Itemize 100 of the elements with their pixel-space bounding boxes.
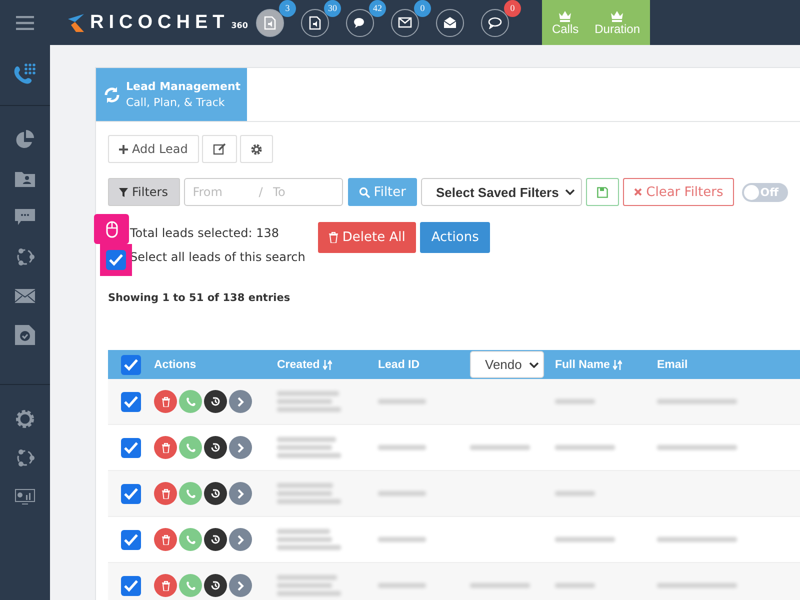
caret-icon	[565, 189, 576, 195]
blurred-text	[277, 537, 332, 542]
column-header: Lead ID	[378, 358, 421, 370]
phone-icon	[186, 534, 196, 544]
blurred-text	[378, 399, 426, 404]
clear-filters-button[interactable]: Clear Filters	[623, 178, 734, 206]
open-button[interactable]	[229, 482, 252, 505]
delete-button[interactable]	[154, 390, 177, 413]
blurred-text	[470, 583, 530, 588]
column-header[interactable]: Full Name	[555, 358, 610, 370]
row-checkbox[interactable]	[121, 438, 141, 458]
select-all-label: Select all leads of this search	[130, 250, 306, 264]
blurred-text	[277, 529, 330, 534]
pie-chart-icon	[15, 130, 35, 150]
notification-button[interactable]	[436, 8, 464, 36]
chevron-icon	[237, 396, 244, 406]
vendor-select[interactable]: Vendo	[470, 351, 544, 378]
blurred-text	[277, 491, 332, 496]
count-badge: 42	[369, 0, 386, 16]
toggle-switch[interactable]: Off	[742, 182, 788, 202]
entries-summary: Showing 1 to 51 of 138 entries	[108, 292, 292, 304]
history-button[interactable]	[204, 436, 227, 459]
chevron-icon	[237, 488, 244, 498]
history-icon	[210, 442, 221, 453]
share-icon	[15, 246, 35, 266]
settings-icon	[15, 408, 35, 428]
trash-icon	[162, 488, 170, 498]
count-badge: 3	[279, 0, 296, 16]
row-checkbox[interactable]	[121, 392, 141, 412]
row-checkbox[interactable]	[121, 530, 141, 550]
blurred-text	[277, 445, 332, 450]
open-button[interactable]	[229, 390, 252, 413]
delete-button[interactable]	[154, 482, 177, 505]
history-icon	[210, 396, 221, 407]
history-button[interactable]	[204, 574, 227, 597]
save-icon	[597, 186, 608, 198]
count-badge: 30	[324, 0, 341, 16]
trash-icon	[329, 232, 338, 243]
blurred-text	[277, 499, 341, 504]
chevron-icon	[237, 442, 244, 452]
refresh-icon	[103, 86, 121, 104]
filter-button[interactable]: Filter	[348, 178, 417, 206]
delete-all-button[interactable]: Delete All	[318, 222, 416, 253]
history-icon	[210, 534, 221, 545]
select-all-checkbox[interactable]	[106, 250, 126, 270]
saved-filters-select[interactable]: Select Saved Filters	[421, 178, 582, 206]
blurred-text	[555, 491, 595, 496]
blurred-text	[378, 445, 426, 450]
total-selected-text: Total leads selected: 138	[130, 226, 280, 240]
trash-icon	[162, 442, 170, 452]
stat-label[interactable]: Duration	[594, 22, 640, 36]
menu-icon[interactable]	[16, 16, 34, 30]
caret-icon	[529, 362, 539, 368]
count-badge: 0	[414, 0, 431, 16]
edit-button[interactable]	[202, 135, 237, 163]
blurred-text	[277, 407, 341, 412]
chevron-icon	[237, 580, 244, 590]
save-filter-button[interactable]	[586, 178, 620, 206]
open-button[interactable]	[229, 528, 252, 551]
delete-button[interactable]	[154, 436, 177, 459]
trash-icon	[162, 580, 170, 590]
settings-icon	[250, 144, 262, 154]
filters-button[interactable]: Filters	[108, 178, 180, 206]
range-separator: /	[258, 185, 263, 199]
column-header: Actions	[154, 358, 198, 370]
mail-icon	[15, 288, 35, 302]
blurred-text	[277, 453, 341, 458]
blurred-text	[277, 391, 339, 396]
task-check-icon	[15, 324, 35, 344]
history-button[interactable]	[204, 528, 227, 551]
actions-button[interactable]: Actions	[420, 222, 490, 253]
close-icon	[634, 188, 642, 196]
column-header[interactable]: Created	[277, 358, 320, 370]
history-button[interactable]	[204, 390, 227, 413]
row-checkbox[interactable]	[121, 484, 141, 504]
crown-icon	[558, 10, 572, 22]
header-title: Lead Management	[126, 78, 241, 94]
count-badge: 0	[504, 0, 521, 16]
open-button[interactable]	[229, 436, 252, 459]
monitor-chart-icon	[15, 488, 35, 504]
header-checkbox[interactable]	[121, 354, 141, 374]
blurred-text	[277, 575, 337, 580]
settings-button[interactable]	[240, 135, 273, 163]
blurred-text	[277, 545, 341, 550]
blurred-text	[277, 483, 333, 488]
history-button[interactable]	[204, 482, 227, 505]
add-lead-button[interactable]: Add Lead	[108, 135, 199, 163]
notification-button[interactable]	[256, 8, 284, 36]
delete-button[interactable]	[154, 574, 177, 597]
stat-label[interactable]: Calls	[552, 22, 579, 36]
chevron-icon	[237, 534, 244, 544]
audio-file-icon	[309, 16, 321, 30]
sort-icon	[322, 360, 332, 370]
open-button[interactable]	[229, 574, 252, 597]
chat-icon	[353, 16, 367, 28]
row-checkbox[interactable]	[121, 576, 141, 596]
delete-button[interactable]	[154, 528, 177, 551]
audio-file-icon	[264, 16, 276, 30]
blurred-text	[470, 445, 530, 450]
phone-icon	[186, 488, 196, 498]
